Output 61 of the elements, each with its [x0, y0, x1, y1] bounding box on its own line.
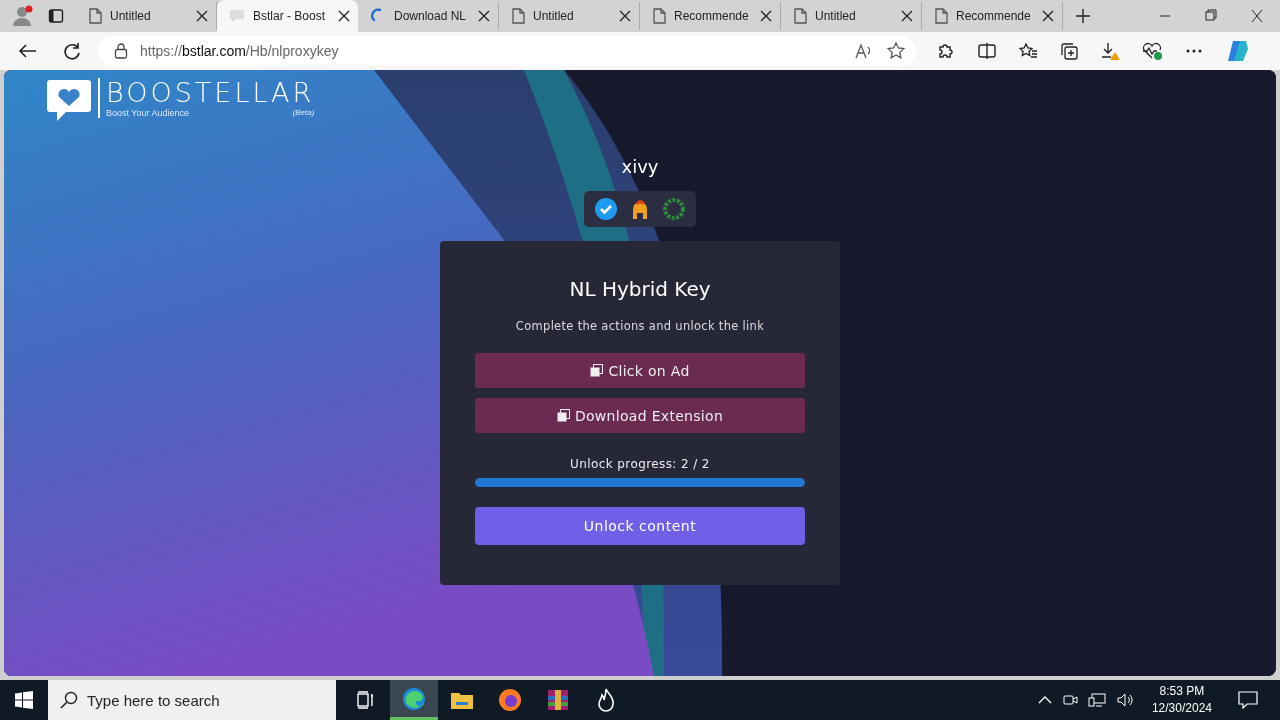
health-icon[interactable] — [1141, 41, 1163, 61]
archive-icon[interactable] — [546, 688, 570, 712]
progress-label: Unlock progress: 2 / 2 — [570, 457, 710, 471]
document-icon — [511, 8, 525, 24]
document-icon — [793, 8, 807, 24]
search-icon — [60, 691, 78, 709]
card-subtitle: Complete the actions and unlock the link — [515, 319, 765, 333]
profile-icon[interactable] — [12, 5, 34, 27]
verified-icon — [594, 197, 618, 221]
tab-actions-icon[interactable] — [48, 8, 64, 24]
network-icon[interactable] — [1087, 692, 1106, 708]
edge-browser-icon[interactable] — [402, 686, 426, 711]
tagline: Boost Your Audience — [106, 108, 190, 118]
clock-time[interactable]: 8:53 PM — [1151, 683, 1212, 700]
card-title: NL Hybrid Key — [569, 277, 711, 301]
copilot-icon[interactable] — [1225, 39, 1251, 63]
browser-tab[interactable]: Untitled — [499, 2, 640, 30]
folder-icon[interactable] — [450, 690, 474, 710]
firefox-icon[interactable] — [498, 688, 522, 712]
username: xivy — [621, 156, 659, 177]
brand-logo: BOOSTELLAR — [106, 78, 315, 108]
task-view-icon[interactable] — [356, 691, 376, 709]
clock-date[interactable]: 12/30/2024 — [1151, 700, 1212, 717]
address-bar[interactable]: https://bstlar.com/Hb/nlproxykey — [98, 36, 916, 66]
download-warning-icon[interactable] — [1100, 41, 1120, 61]
browser-tab[interactable]: Download NL — [358, 2, 499, 30]
favorites-icon[interactable] — [1018, 41, 1038, 61]
browser-tab[interactable]: Bstlar - Boost — [217, 0, 358, 32]
close-tab-icon[interactable] — [1042, 10, 1054, 22]
close-tab-icon[interactable] — [760, 10, 772, 22]
unlock-button[interactable]: Unlock content — [475, 507, 805, 545]
lock-icon — [114, 43, 128, 59]
document-icon — [88, 8, 102, 24]
windows-start-icon[interactable] — [15, 691, 33, 709]
star-icon[interactable] — [886, 41, 906, 61]
taskbar-search-field[interactable]: Type here to search — [48, 680, 336, 720]
action-button[interactable]: Download Extension — [475, 398, 805, 433]
document-icon — [934, 8, 948, 24]
heart-chat-icon — [46, 78, 92, 124]
browser-tab[interactable]: Recommende — [640, 2, 781, 30]
close-tab-icon[interactable] — [619, 10, 631, 22]
camera-icon[interactable] — [1061, 692, 1078, 708]
close-tab-icon[interactable] — [478, 10, 490, 22]
close-tab-icon[interactable] — [901, 10, 913, 22]
browser-tab[interactable]: Recommende — [922, 2, 1063, 30]
action-button[interactable]: Click on Ad — [475, 353, 805, 388]
beta-label: (Beta) — [292, 108, 315, 118]
collections-icon[interactable] — [1059, 41, 1079, 61]
close-tab-icon[interactable] — [196, 10, 208, 22]
split-screen-icon[interactable] — [977, 41, 997, 61]
document-icon — [652, 8, 666, 24]
extensions-icon[interactable] — [936, 41, 956, 61]
chat-bubble-icon — [229, 8, 245, 24]
notifications-icon[interactable] — [1238, 691, 1258, 709]
copy-icon — [590, 364, 604, 377]
browser-tab[interactable]: Untitled — [781, 2, 922, 30]
flame-icon[interactable] — [596, 688, 616, 712]
copy-icon — [556, 409, 570, 422]
chevron-up-icon[interactable] — [1037, 695, 1052, 705]
volume-icon[interactable] — [1115, 692, 1134, 708]
close-tab-icon[interactable] — [338, 10, 350, 22]
